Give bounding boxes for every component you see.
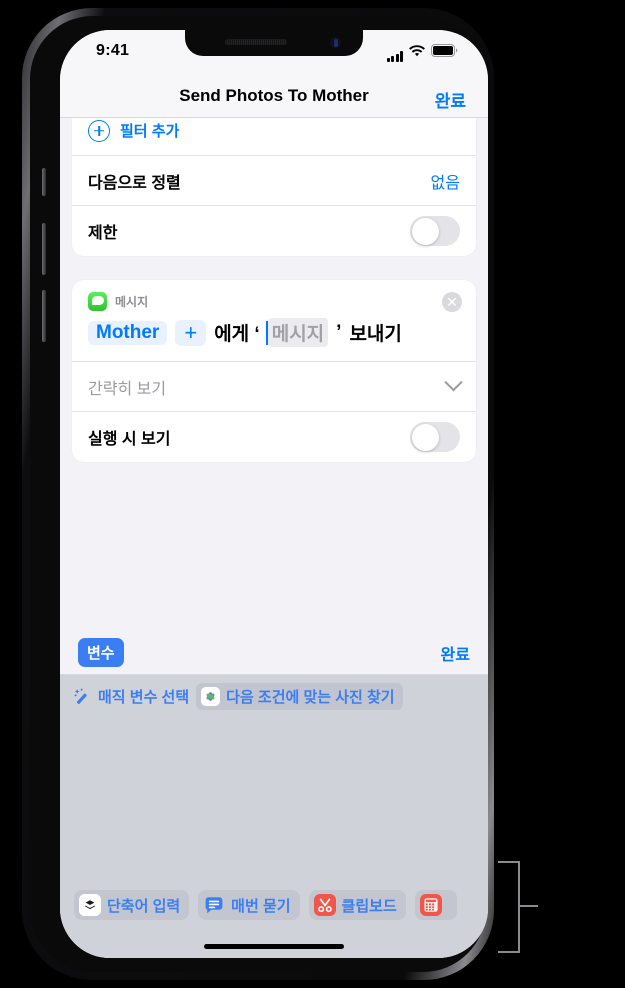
page-title: Send Photos To Mother — [179, 85, 369, 105]
home-indicator[interactable] — [204, 944, 344, 949]
iphone-frame: 9:41 Send Photos To Mother 완료 필터 추가 다음으로… — [22, 8, 494, 980]
chip-calculator[interactable] — [414, 890, 457, 920]
messages-app-icon — [88, 292, 107, 311]
shortcut-input-icon — [79, 894, 101, 916]
speaker-grille-icon — [225, 39, 287, 45]
filters-card: 필터 추가 다음으로 정렬 없음 제한 — [72, 106, 476, 256]
show-less-row[interactable]: 간략히 보기 — [72, 362, 476, 412]
magic-variable-row: 매직 변수 선택 다음 조건에 맞는 사진 찾기 — [60, 675, 488, 717]
variable-done-button[interactable]: 완료 — [441, 641, 470, 665]
send-message-action-card: 메시지 ✕ Mother + 에게 ‘ 메시지 ’ 보내기 간략히 보기 실행 … — [72, 280, 476, 462]
chip-clipboard-label: 클립보드 — [341, 897, 397, 915]
variables-button[interactable]: 변수 — [78, 638, 124, 667]
show-less-label: 간략히 보기 — [88, 380, 167, 398]
battery-full-icon — [431, 44, 458, 62]
recipient-token[interactable]: Mother — [88, 320, 168, 345]
close-icon[interactable]: ✕ — [442, 292, 462, 312]
add-filter-label: 필터 추가 — [120, 123, 180, 140]
sentence-text-after-recipient: 에게 ‘ — [214, 324, 260, 345]
messages-app-name: 메시지 — [115, 295, 149, 309]
show-when-run-row[interactable]: 실행 시 보기 — [72, 412, 476, 462]
message-input-placeholder[interactable]: 메시지 — [267, 318, 329, 347]
variable-chips-bar[interactable]: 단축어 입력 매번 묻기 클립보드 — [60, 886, 488, 924]
ask-each-time-icon — [203, 894, 225, 916]
chip-shortcut-input-label: 단축어 입력 — [107, 897, 181, 915]
variable-toolbar: 변수 완료 — [60, 631, 488, 675]
volume-down-button[interactable] — [42, 290, 46, 342]
status-time: 9:41 — [96, 42, 130, 59]
show-when-run-toggle[interactable] — [410, 422, 460, 452]
sentence-text-send: 보내기 — [349, 324, 402, 345]
wifi-icon — [409, 44, 425, 62]
callout-bracket-tick — [520, 905, 538, 907]
screenshot-root: 9:41 Send Photos To Mother 완료 필터 추가 다음으로… — [0, 0, 625, 988]
keyboard-accessory-area: 매직 변수 선택 다음 조건에 맞는 사진 찾기 단축어 입력 매번 묻기 클립… — [60, 675, 488, 958]
calculator-icon — [419, 894, 442, 916]
chip-shortcut-input[interactable]: 단축어 입력 — [74, 890, 190, 920]
cellular-bars-icon — [386, 51, 403, 62]
volume-up-button[interactable] — [42, 223, 46, 275]
sort-by-row[interactable]: 다음으로 정렬 없음 — [72, 156, 476, 206]
chip-ask-each-time-label: 매번 묻기 — [231, 897, 291, 915]
magic-variable-suggestion-label: 다음 조건에 맞는 사진 찾기 — [226, 688, 395, 706]
magic-variable-suggestion-chip[interactable]: 다음 조건에 맞는 사진 찾기 — [196, 682, 403, 710]
magic-wand-icon — [74, 688, 91, 705]
plus-circle-icon — [88, 119, 110, 142]
message-card-header: 메시지 — [72, 280, 476, 311]
add-recipient-button[interactable]: + — [175, 319, 207, 346]
navigation-bar: Send Photos To Mother 완료 — [60, 74, 488, 118]
chip-clipboard[interactable]: 클립보드 — [308, 890, 406, 920]
chip-ask-each-time[interactable]: 매번 묻기 — [198, 890, 300, 920]
sort-by-value[interactable]: 없음 — [431, 169, 460, 193]
front-camera-icon — [330, 37, 341, 48]
silent-switch[interactable] — [42, 168, 46, 196]
sort-by-label: 다음으로 정렬 — [88, 174, 181, 192]
select-magic-variable-label[interactable]: 매직 변수 선택 — [98, 686, 189, 707]
clipboard-scissors-icon — [313, 894, 336, 916]
nav-done-button[interactable]: 완료 — [435, 87, 466, 112]
toggle-knob — [411, 217, 439, 245]
callout-bracket — [498, 861, 520, 953]
status-icons — [386, 44, 459, 62]
photos-app-icon — [201, 686, 221, 706]
limit-label: 제한 — [88, 225, 118, 242]
iphone-screen: 9:41 Send Photos To Mother 완료 필터 추가 다음으로… — [60, 30, 488, 958]
notch — [185, 30, 363, 56]
limit-toggle[interactable] — [410, 216, 460, 246]
limit-row[interactable]: 제한 — [72, 206, 476, 256]
shortcut-editor-content: 필터 추가 다음으로 정렬 없음 제한 메시지 ✕ Mother + 에게 ‘ … — [60, 106, 488, 958]
message-sentence[interactable]: Mother + 에게 ‘ 메시지 ’ 보내기 — [72, 311, 476, 362]
show-when-run-label: 실행 시 보기 — [88, 431, 171, 448]
sentence-quote-close: ’ — [336, 321, 342, 343]
chevron-down-icon[interactable] — [444, 373, 463, 392]
toggle-knob — [411, 423, 439, 451]
